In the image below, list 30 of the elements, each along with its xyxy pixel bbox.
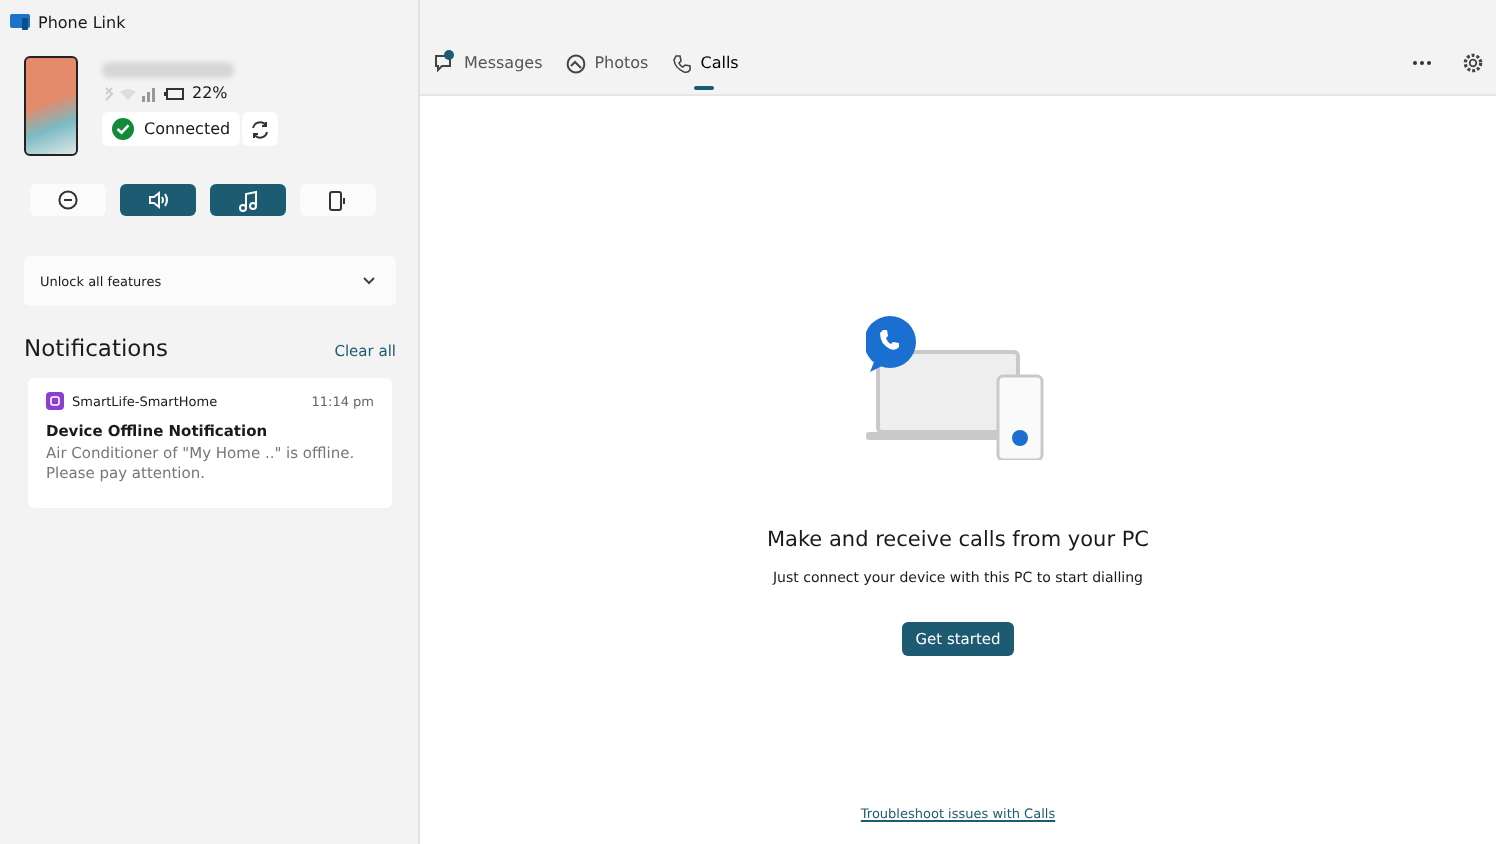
chevron-down-icon: [362, 276, 376, 286]
signal-icons: [102, 85, 158, 101]
chat-icon: [434, 50, 456, 72]
quick-action-button[interactable]: [120, 184, 196, 216]
refresh-icon: [250, 119, 271, 139]
app-icon: [46, 392, 64, 410]
nav-tab[interactable]: Calls: [672, 50, 739, 94]
more-options-icon[interactable]: [1412, 60, 1432, 66]
refresh-button[interactable]: [242, 112, 279, 146]
calls-heading: Make and receive calls from your PC: [766, 528, 1150, 552]
nav-tab[interactable]: Photos: [566, 50, 649, 94]
battery-icon: [164, 85, 186, 101]
nav-tab[interactable]: Messages: [434, 50, 543, 94]
status-label: Connected: [144, 120, 231, 138]
music-note-icon: [238, 189, 258, 211]
minus-circle-icon: [58, 190, 78, 210]
window-title: Phone Link: [38, 13, 126, 31]
blurred-device-name: [102, 62, 234, 78]
check-circle-icon: [112, 118, 134, 140]
phone-icon: [672, 53, 693, 73]
notifications-heading: Notifications: [24, 334, 168, 362]
battery-level: 22%: [192, 84, 228, 102]
app-icon: [10, 12, 30, 32]
quick-action-button[interactable]: [210, 184, 286, 216]
settings-icon[interactable]: [1462, 52, 1484, 74]
phone-audio-icon: [328, 189, 348, 211]
quick-action-button[interactable]: [300, 184, 376, 216]
phone-wallpaper-image: [24, 56, 78, 156]
quick-action-button[interactable]: [30, 184, 106, 216]
speaker-icon: [147, 190, 169, 210]
